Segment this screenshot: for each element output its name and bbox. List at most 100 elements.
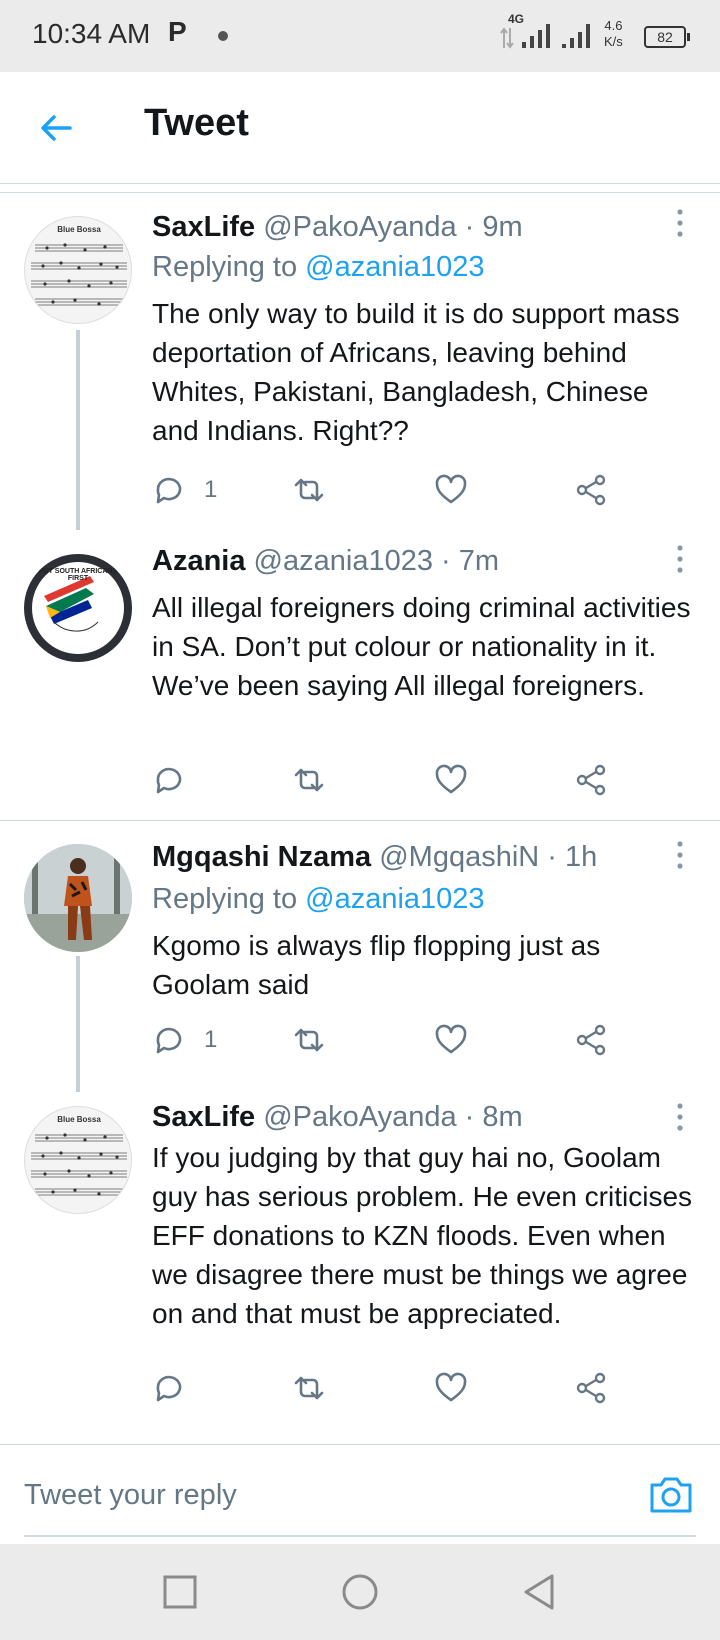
author-name[interactable]: Mgqashi Nzama xyxy=(152,841,371,873)
divider xyxy=(0,192,720,193)
like-button[interactable] xyxy=(434,1368,468,1408)
arrow-left-icon[interactable] xyxy=(36,108,76,148)
replying-to-label: Replying to xyxy=(152,251,298,283)
like-button[interactable] xyxy=(434,470,468,510)
person-photo-avatar-icon xyxy=(24,844,132,952)
tweet-header: Azania @azania1023 · 7m xyxy=(152,542,499,580)
network-speed-value: 4.6 xyxy=(604,18,623,33)
reply-icon xyxy=(156,477,182,504)
page-title: Tweet xyxy=(144,102,249,144)
author-handle[interactable]: @azania1023 xyxy=(254,545,433,577)
replying-to-mention[interactable]: @azania1023 xyxy=(305,883,484,915)
heart-icon xyxy=(435,1024,467,1054)
status-bar: 10:34 AM P 4G 4.6 K/s 82 xyxy=(0,0,720,72)
home-icon[interactable] xyxy=(336,1568,384,1616)
thread-line xyxy=(76,330,80,530)
retweet-button[interactable] xyxy=(292,1368,326,1408)
signal-4g-icon xyxy=(522,24,550,48)
tweet-time: · 9m xyxy=(464,211,523,243)
tweet-header: Mgqashi Nzama @MgqashiN · 1h xyxy=(152,838,597,876)
retweet-button[interactable] xyxy=(292,470,326,510)
retweet-icon xyxy=(294,1376,324,1400)
signal-icon xyxy=(562,24,590,48)
share-icon xyxy=(576,1024,606,1056)
reply-button[interactable] xyxy=(152,760,204,800)
status-indicators: 4G 4.6 K/s 82 xyxy=(500,12,700,58)
more-options-icon[interactable] xyxy=(676,1102,684,1132)
reply-icon xyxy=(156,1375,182,1402)
more-options-icon[interactable] xyxy=(676,840,684,870)
author-name[interactable]: SaxLife xyxy=(152,211,255,243)
retweet-icon xyxy=(294,478,324,502)
reply-count: 1 xyxy=(204,476,218,503)
tweet-time: · 1h xyxy=(547,841,598,873)
avatar[interactable]: Blue Bossa xyxy=(24,216,132,324)
author-handle[interactable]: @PakoAyanda xyxy=(263,1101,456,1133)
reply-input-underline xyxy=(24,1535,696,1537)
author-name[interactable]: Azania xyxy=(152,545,245,577)
replying-to: Replying to @azania1023 xyxy=(152,880,485,918)
tweet-actions xyxy=(152,1368,672,1408)
replying-to: Replying to @azania1023 xyxy=(152,248,485,286)
tweet-card[interactable]: PUT SOUTH AFRICANS FIRST Azania @azania1… xyxy=(0,542,720,820)
reply-input[interactable]: Tweet your reply xyxy=(24,1479,237,1512)
replying-to-mention[interactable]: @azania1023 xyxy=(305,251,484,283)
tweet-actions xyxy=(152,760,672,800)
tweet-card[interactable]: Blue Bossa SaxLife @PakoAyanda · 9m Repl… xyxy=(0,200,720,530)
retweet-button[interactable] xyxy=(292,760,326,800)
share-button[interactable] xyxy=(574,470,608,510)
heart-icon xyxy=(435,764,467,794)
tweet-text: The only way to build it is do support m… xyxy=(152,298,680,446)
more-options-icon[interactable] xyxy=(676,544,684,574)
heart-icon xyxy=(435,474,467,504)
retweet-icon xyxy=(294,768,324,792)
author-handle[interactable]: @PakoAyanda xyxy=(263,211,456,243)
share-button[interactable] xyxy=(574,760,608,800)
author-handle[interactable]: @MgqashiN xyxy=(379,841,539,873)
share-icon xyxy=(576,764,606,796)
retweet-button[interactable] xyxy=(292,1020,326,1060)
author-name[interactable]: SaxLife xyxy=(152,1101,255,1133)
tweet-text: Kgomo is always flip flopping just as Go… xyxy=(152,930,601,1000)
network-speed: 4.6 K/s xyxy=(604,18,623,50)
notification-dot-icon xyxy=(218,31,228,41)
tweet-text: If you judging by that guy hai no, Goola… xyxy=(152,1142,693,1329)
share-icon xyxy=(576,474,606,506)
app-notification-icon: P xyxy=(168,16,187,47)
avatar-caption: Blue Bossa xyxy=(57,225,101,234)
reply-button[interactable]: 1 xyxy=(152,470,217,510)
tweet-time: · 8m xyxy=(464,1101,523,1133)
tweet-card[interactable]: Blue Bossa SaxLife @PakoAyanda · 8m If y… xyxy=(0,1098,720,1438)
replying-to-label: Replying to xyxy=(152,883,298,915)
reply-button[interactable] xyxy=(152,1368,204,1408)
share-button[interactable] xyxy=(574,1368,608,1408)
tweet-card[interactable]: Mgqashi Nzama @MgqashiN · 1h Replying to… xyxy=(0,836,720,1092)
share-button[interactable] xyxy=(574,1020,608,1060)
like-button[interactable] xyxy=(434,760,468,800)
network-type-label: 4G xyxy=(508,12,525,26)
tweet-actions: 1 xyxy=(152,470,672,510)
avatar-caption: Blue Bossa xyxy=(57,1115,101,1124)
retweet-icon xyxy=(294,1028,324,1052)
more-options-icon[interactable] xyxy=(676,208,684,238)
camera-icon[interactable] xyxy=(648,1471,694,1517)
share-icon xyxy=(576,1372,606,1404)
avatar[interactable]: Blue Bossa xyxy=(24,1106,132,1214)
divider xyxy=(0,820,720,821)
network-speed-unit: K/s xyxy=(604,34,623,49)
avatar[interactable] xyxy=(24,844,132,952)
reply-composer: Tweet your reply xyxy=(0,1444,720,1544)
like-button[interactable] xyxy=(434,1020,468,1060)
tweet-time: · 7m xyxy=(441,545,500,577)
app-header: Tweet xyxy=(0,72,720,184)
tweet-header: SaxLife @PakoAyanda · 8m xyxy=(152,1098,523,1136)
tweet-actions: 1 xyxy=(152,1020,672,1060)
tweet-header: SaxLife @PakoAyanda · 9m xyxy=(152,208,523,246)
recent-apps-icon[interactable] xyxy=(156,1568,204,1616)
system-navigation-bar xyxy=(0,1544,720,1640)
tweet-text: All illegal foreigners doing criminal ac… xyxy=(152,592,691,701)
avatar[interactable]: PUT SOUTH AFRICANS FIRST xyxy=(24,554,132,662)
reply-icon xyxy=(156,1027,182,1054)
reply-button[interactable]: 1 xyxy=(152,1020,217,1060)
back-triangle-icon[interactable] xyxy=(516,1568,564,1616)
